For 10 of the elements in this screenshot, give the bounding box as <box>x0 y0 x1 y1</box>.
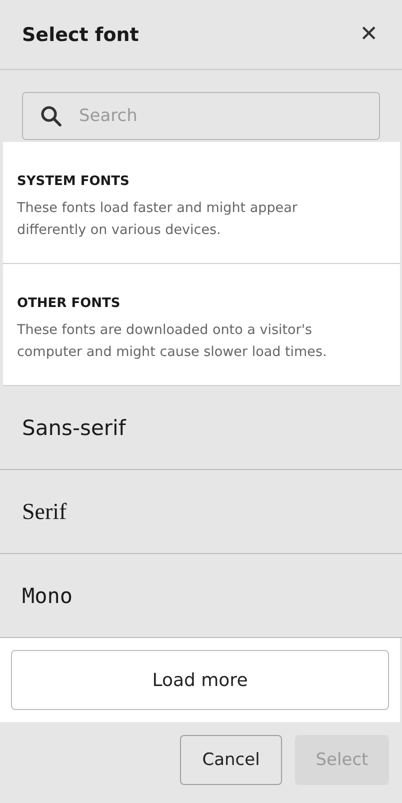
category-description: These fonts load faster and might appear differently on various devices. <box>17 199 298 240</box>
category-heading: OTHER FONTS <box>17 296 122 311</box>
dialog-title: Select font <box>22 24 139 46</box>
search-icon <box>40 105 62 127</box>
load-more-button[interactable]: Load more <box>11 650 389 710</box>
category-heading: SYSTEM FONTS <box>17 174 130 189</box>
search-field[interactable]: Search <box>22 92 380 140</box>
category-description: These fonts are downloaded onto a visitor's computer and might cause slower load times. <box>17 321 328 362</box>
close-button[interactable]: ✕ <box>358 22 380 47</box>
cancel-button[interactable]: Cancel <box>180 735 282 785</box>
